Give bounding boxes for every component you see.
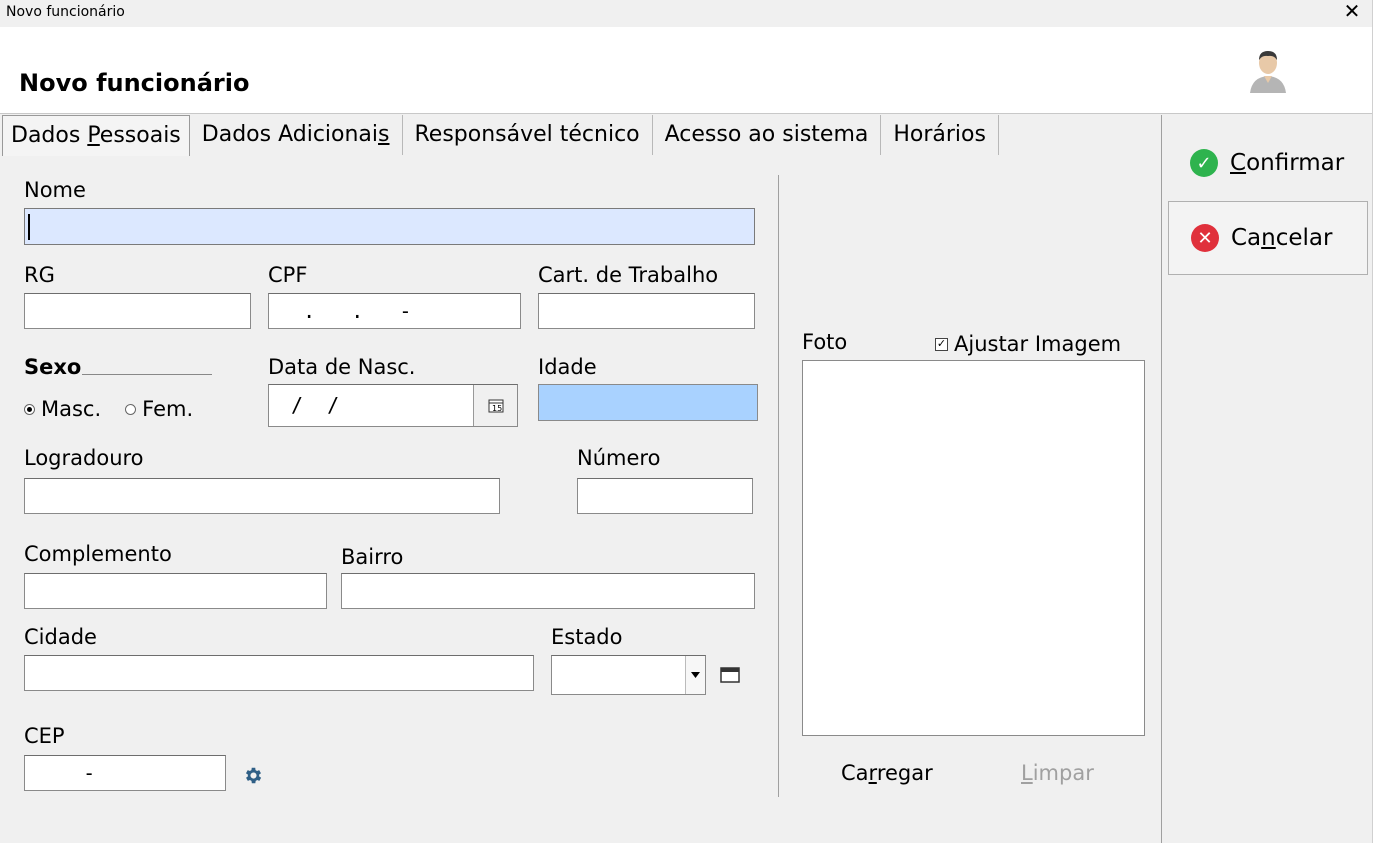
tab-label: Dados Adicionai	[201, 122, 379, 147]
cidade-label: Cidade	[24, 625, 97, 649]
cart-trabalho-input[interactable]	[538, 293, 755, 329]
page-title: Novo funcionário	[19, 69, 250, 97]
btn-label: regar	[876, 761, 933, 785]
btn-label: Ca	[1231, 225, 1262, 251]
btn-accel: C	[1230, 150, 1247, 176]
btn-accel: L	[1021, 761, 1033, 785]
tab-label-accel: s	[378, 122, 390, 147]
complemento-label: Complemento	[24, 542, 172, 566]
cpf-label: CPF	[268, 263, 308, 287]
logradouro-input[interactable]	[24, 478, 500, 514]
cpf-mask: . . -	[279, 299, 412, 323]
tab-label: Dados	[11, 123, 88, 148]
bairro-input[interactable]	[341, 573, 755, 609]
check-icon: ✓	[1190, 149, 1218, 177]
window-edge	[1372, 0, 1378, 843]
tab-acesso-ao-sistema[interactable]: Acesso ao sistema	[652, 115, 882, 155]
logradouro-label: Logradouro	[24, 446, 144, 470]
data-nasc-mask: / /	[279, 393, 340, 417]
text-caret	[28, 214, 30, 240]
btn-label: celar	[1275, 225, 1333, 251]
actions-divider	[1161, 115, 1162, 843]
rg-input[interactable]	[24, 293, 251, 329]
btn-label: Ca	[841, 761, 869, 785]
nome-input[interactable]	[24, 208, 755, 245]
limpar-button[interactable]: Limpar	[1021, 761, 1094, 785]
masc-radio[interactable]	[24, 403, 35, 415]
bairro-label: Bairro	[341, 545, 404, 569]
tab-label: Acesso ao sistema	[664, 122, 869, 147]
cancelar-button[interactable]: ✕ Cancelar	[1168, 201, 1368, 275]
window-title: Novo funcionário	[6, 4, 125, 20]
cep-label: CEP	[24, 724, 65, 748]
tab-horarios[interactable]: Horários	[881, 115, 999, 155]
fem-label[interactable]: Fem.	[142, 397, 193, 421]
btn-label: onfirmar	[1246, 150, 1345, 176]
dialog-header: Novo funcionário	[0, 27, 1372, 114]
form-photo-divider	[778, 175, 779, 797]
gear-icon[interactable]	[243, 765, 264, 786]
cart-trabalho-label: Cart. de Trabalho	[538, 263, 719, 287]
ajustar-imagem-label[interactable]: Ajustar Imagem	[954, 332, 1121, 356]
sexo-label: Sexo	[24, 355, 82, 379]
btn-label: impar	[1032, 761, 1094, 785]
data-nasc-input[interactable]: / / 15	[268, 384, 518, 427]
btn-accel: n	[1261, 225, 1276, 251]
masc-label[interactable]: Masc.	[41, 397, 101, 421]
tab-label: Horários	[893, 122, 986, 147]
idade-label: Idade	[538, 355, 597, 379]
complemento-input[interactable]	[24, 573, 327, 609]
idade-input	[538, 384, 758, 421]
tab-label: essoais	[99, 123, 181, 148]
tab-bar: Dados Pessoais Dados Adicionais Responsá…	[2, 115, 999, 156]
ajustar-imagem-checkbox-row: ✓ Ajustar Imagem	[935, 332, 1121, 356]
user-avatar-icon	[1250, 51, 1286, 93]
sexo-divider	[82, 374, 212, 375]
rg-label: RG	[24, 263, 55, 287]
calendar-button[interactable]: 15	[473, 385, 517, 426]
btn-accel: r	[868, 761, 877, 785]
sexo-radio-group: Masc. Fem.	[24, 397, 193, 421]
fem-radio[interactable]	[125, 403, 137, 415]
numero-input[interactable]	[577, 478, 753, 514]
numero-label: Número	[577, 446, 661, 470]
cpf-input[interactable]: . . -	[268, 293, 521, 329]
window-titlebar: Novo funcionário ✕	[0, 0, 1372, 27]
cep-input[interactable]: -	[24, 755, 226, 791]
cidade-input[interactable]	[24, 655, 534, 691]
nome-label: Nome	[24, 178, 86, 202]
tab-responsavel-tecnico[interactable]: Responsável técnico	[402, 115, 653, 155]
chevron-down-icon	[691, 672, 700, 678]
photo-preview	[802, 360, 1145, 736]
ajustar-imagem-checkbox[interactable]: ✓	[935, 337, 948, 351]
close-circle-icon: ✕	[1191, 224, 1219, 252]
estado-select[interactable]	[551, 655, 706, 695]
confirmar-button[interactable]: ✓ Confirmar	[1168, 126, 1368, 200]
foto-label: Foto	[802, 330, 848, 354]
tab-dados-adicionais[interactable]: Dados Adicionais	[189, 115, 403, 155]
window-icon[interactable]	[720, 667, 740, 683]
tab-dados-pessoais[interactable]: Dados Pessoais	[2, 115, 190, 156]
data-nasc-label: Data de Nasc.	[268, 355, 416, 379]
estado-label: Estado	[551, 625, 623, 649]
svg-text:15: 15	[492, 404, 502, 413]
tab-label: Responsável técnico	[414, 122, 640, 147]
dropdown-button[interactable]	[685, 656, 705, 694]
cep-mask: -	[35, 761, 96, 785]
carregar-button[interactable]: Carregar	[841, 761, 933, 785]
calendar-icon: 15	[488, 399, 503, 413]
tab-label-accel: P	[87, 123, 100, 148]
close-icon[interactable]: ✕	[1338, 0, 1366, 25]
